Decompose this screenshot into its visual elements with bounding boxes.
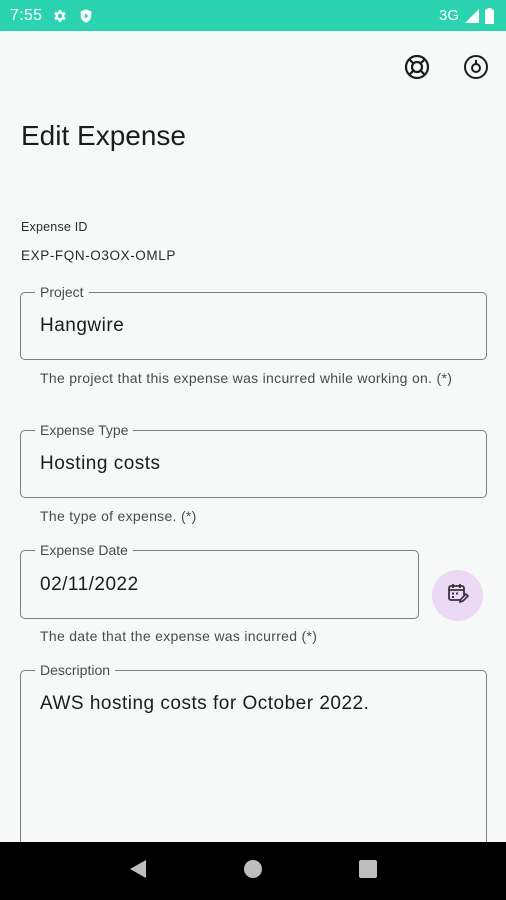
date-picker-button[interactable] [432, 570, 483, 621]
expense-type-field[interactable]: Expense Type Hosting costs [20, 421, 487, 498]
recents-square-icon [359, 859, 378, 883]
project-field[interactable]: Project Hangwire [20, 283, 487, 360]
description-field[interactable]: Description AWS hosting costs for Octobe… [20, 661, 487, 870]
project-field-value[interactable]: Hangwire [40, 293, 124, 359]
system-nav-bar [0, 842, 506, 900]
save-button[interactable] [459, 52, 493, 86]
help-button[interactable] [400, 52, 434, 86]
save-disk-icon [463, 54, 489, 85]
expense-date-field[interactable]: Expense Date 02/11/2022 [20, 541, 419, 619]
expense-type-field-value[interactable]: Hosting costs [40, 431, 161, 497]
page-title: Edit Expense [21, 120, 186, 151]
home-circle-icon [243, 859, 263, 884]
battery-icon [485, 7, 494, 24]
network-type: 3G [438, 7, 459, 24]
calendar-edit-icon [447, 582, 469, 609]
expense-id-value: EXP-FQN-O3OX-OMLP [21, 248, 176, 263]
signal-icon [465, 8, 479, 23]
help-lifebuoy-icon [404, 54, 430, 85]
back-button[interactable] [118, 851, 158, 891]
back-triangle-icon [129, 859, 147, 884]
status-time: 7:55 [10, 6, 43, 24]
project-helper-text: The project that this expense was incurr… [40, 370, 453, 386]
expense-date-helper-text: The date that the expense was incurred (… [40, 628, 318, 644]
settings-icon [52, 8, 68, 24]
home-button[interactable] [233, 851, 273, 891]
expense-type-helper-text: The type of expense. (*) [40, 508, 197, 524]
expense-date-field-value[interactable]: 02/11/2022 [40, 551, 139, 618]
shield-play-icon [78, 8, 94, 24]
status-bar: 7:55 3G [0, 0, 506, 31]
description-field-label: Description [35, 661, 116, 679]
expense-id-label: Expense ID [21, 220, 88, 234]
recents-button[interactable] [348, 851, 388, 891]
